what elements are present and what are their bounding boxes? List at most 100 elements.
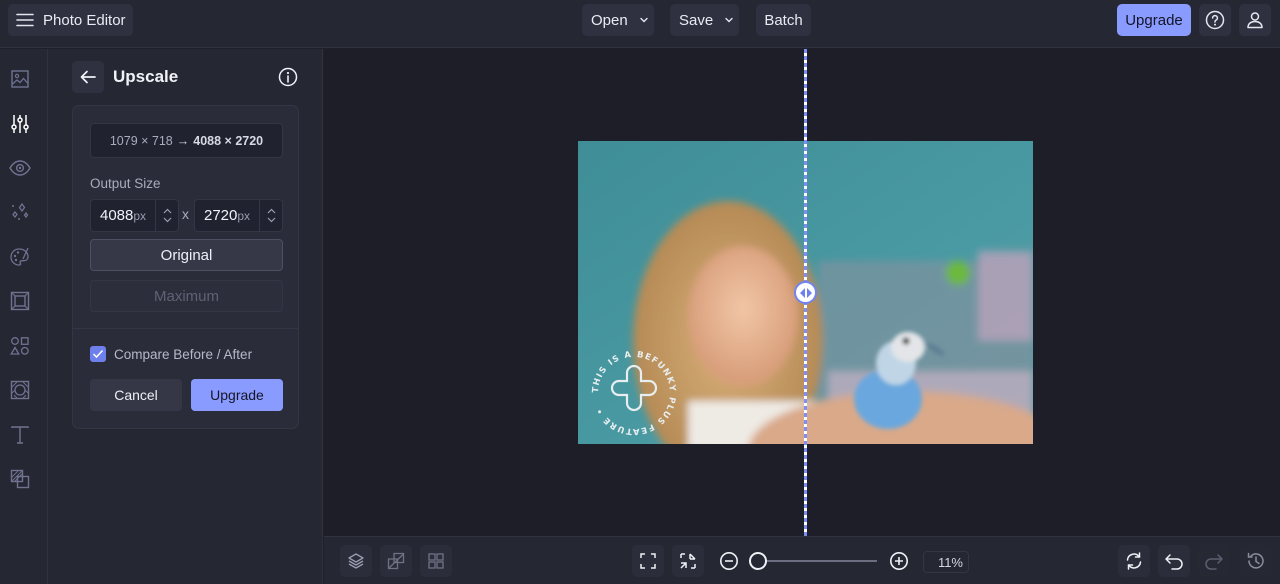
main-menu-button[interactable]: Photo Editor [8, 4, 133, 36]
user-icon [1245, 10, 1265, 30]
rail-artsy-button[interactable] [9, 246, 31, 268]
upgrade-button[interactable]: Upgrade [191, 379, 283, 411]
height-unit: px [237, 209, 251, 223]
undo-button[interactable] [1158, 545, 1190, 577]
chevron-down-icon [723, 14, 735, 26]
compare-label: Compare Before / After [114, 346, 253, 362]
palette-icon [9, 246, 31, 268]
open-label: Open [591, 11, 628, 29]
image-icon [10, 69, 30, 89]
history-button[interactable] [1240, 545, 1272, 577]
cancel-button[interactable]: Cancel [90, 379, 182, 411]
width-unit: px [133, 209, 147, 223]
batch-button[interactable]: Batch [756, 4, 811, 36]
height-stepper[interactable] [259, 200, 282, 231]
frame-icon [10, 291, 30, 311]
chevron-down-icon[interactable] [267, 217, 276, 223]
chevron-up-icon[interactable] [267, 208, 276, 214]
texture-icon [10, 380, 30, 400]
shapes-icon [10, 336, 30, 356]
redo-button[interactable] [1198, 545, 1230, 577]
chevron-up-icon[interactable] [163, 208, 172, 214]
panel-title: Upscale [113, 67, 179, 86]
zoom-in-button[interactable] [889, 551, 909, 571]
divider [73, 328, 298, 329]
refresh-icon [1124, 551, 1144, 571]
original-size-button[interactable]: Original [90, 239, 283, 271]
redo-icon [1204, 552, 1224, 570]
rail-edit-button[interactable] [9, 113, 31, 135]
save-menu-button[interactable]: Save [670, 4, 739, 36]
compare-checkbox[interactable] [90, 346, 106, 362]
plus-icon [610, 364, 658, 412]
width-value[interactable]: 4088px [100, 207, 152, 224]
upscale-settings-card: 1079 × 718 → 4088 × 2720 Output Size 408… [72, 105, 299, 429]
actual-size-button[interactable] [672, 545, 704, 577]
batch-label: Batch [764, 11, 803, 29]
tool-rail [0, 49, 48, 584]
original-resolution: 1079 × 718 [109, 133, 173, 148]
chevron-down-icon[interactable] [163, 217, 172, 223]
plus-feature-watermark: THIS IS A BEFUNKY PLUS FEATURE • [590, 349, 678, 437]
layers-swap-icon [10, 469, 30, 489]
compare-view-button[interactable] [380, 545, 412, 577]
fit-screen-button[interactable] [632, 545, 664, 577]
zoom-slider-handle[interactable] [749, 552, 767, 570]
info-icon [278, 67, 298, 87]
open-menu-button[interactable]: Open [582, 4, 654, 36]
target-resolution: 4088 × 2720 [193, 133, 264, 148]
chevron-down-icon [638, 14, 650, 26]
height-value[interactable]: 2720px [204, 207, 256, 224]
upscale-panel: Upscale 1079 × 718 → 4088 × 2720 Output … [48, 49, 323, 584]
width-stepper[interactable] [155, 200, 178, 231]
plus-circle-icon [889, 551, 909, 571]
compare-toggle[interactable]: Compare Before / After [90, 346, 252, 362]
double-arrow-icon [799, 287, 813, 299]
account-button[interactable] [1239, 4, 1271, 36]
rail-graphics-button[interactable] [9, 335, 31, 357]
rail-overlays-button[interactable] [9, 379, 31, 401]
rail-frames-button[interactable] [9, 290, 31, 312]
canvas-area[interactable]: THIS IS A BEFUNKY PLUS FEATURE • [324, 49, 1280, 536]
upgrade-top-button[interactable]: Upgrade [1117, 4, 1191, 36]
minus-circle-icon [719, 551, 739, 571]
rail-effects-button[interactable] [9, 201, 31, 223]
bottom-toolbar: 11% [324, 536, 1280, 584]
width-field[interactable]: 4088px [90, 199, 179, 232]
app-title: Photo Editor [43, 11, 126, 29]
info-button[interactable] [278, 67, 298, 87]
zoom-slider[interactable] [749, 552, 879, 570]
arrow-right-icon: → [176, 133, 190, 148]
zoom-level-input[interactable]: 11% [923, 551, 969, 573]
grid-view-button[interactable] [420, 545, 452, 577]
rail-text-button[interactable] [9, 424, 31, 446]
rail-touchup-button[interactable] [9, 157, 31, 179]
compare-split-handle[interactable] [794, 281, 817, 304]
sparkles-icon [9, 201, 31, 223]
rail-image-button[interactable] [9, 68, 31, 90]
maximum-size-button[interactable]: Maximum [90, 280, 283, 312]
undo-icon [1164, 552, 1184, 570]
rail-collage-button[interactable] [9, 468, 31, 490]
output-size-label: Output Size [90, 176, 161, 191]
collapse-icon [679, 552, 697, 570]
compare-icon [387, 552, 405, 570]
top-bar: Photo Editor Open Save Batch Upgrade [0, 0, 1280, 48]
back-button[interactable] [72, 61, 104, 93]
resolution-summary: 1079 × 718 → 4088 × 2720 [90, 123, 283, 158]
help-button[interactable] [1199, 4, 1231, 36]
history-icon [1246, 551, 1266, 571]
expand-icon [639, 552, 657, 570]
grid-icon [427, 552, 445, 570]
zoom-out-button[interactable] [719, 551, 739, 571]
reset-button[interactable] [1118, 545, 1150, 577]
layers-icon [347, 552, 365, 570]
height-field[interactable]: 2720px [194, 199, 283, 232]
svg-text:THIS IS A BEFUNKY PLUS FEATURE: THIS IS A BEFUNKY PLUS FEATURE • [591, 350, 677, 436]
hamburger-menu-icon [16, 13, 34, 27]
dimension-separator: x [182, 206, 189, 222]
checkmark-icon [92, 349, 104, 359]
zoom-slider-track[interactable] [759, 560, 877, 562]
layers-button[interactable] [340, 545, 372, 577]
text-icon [10, 425, 30, 445]
